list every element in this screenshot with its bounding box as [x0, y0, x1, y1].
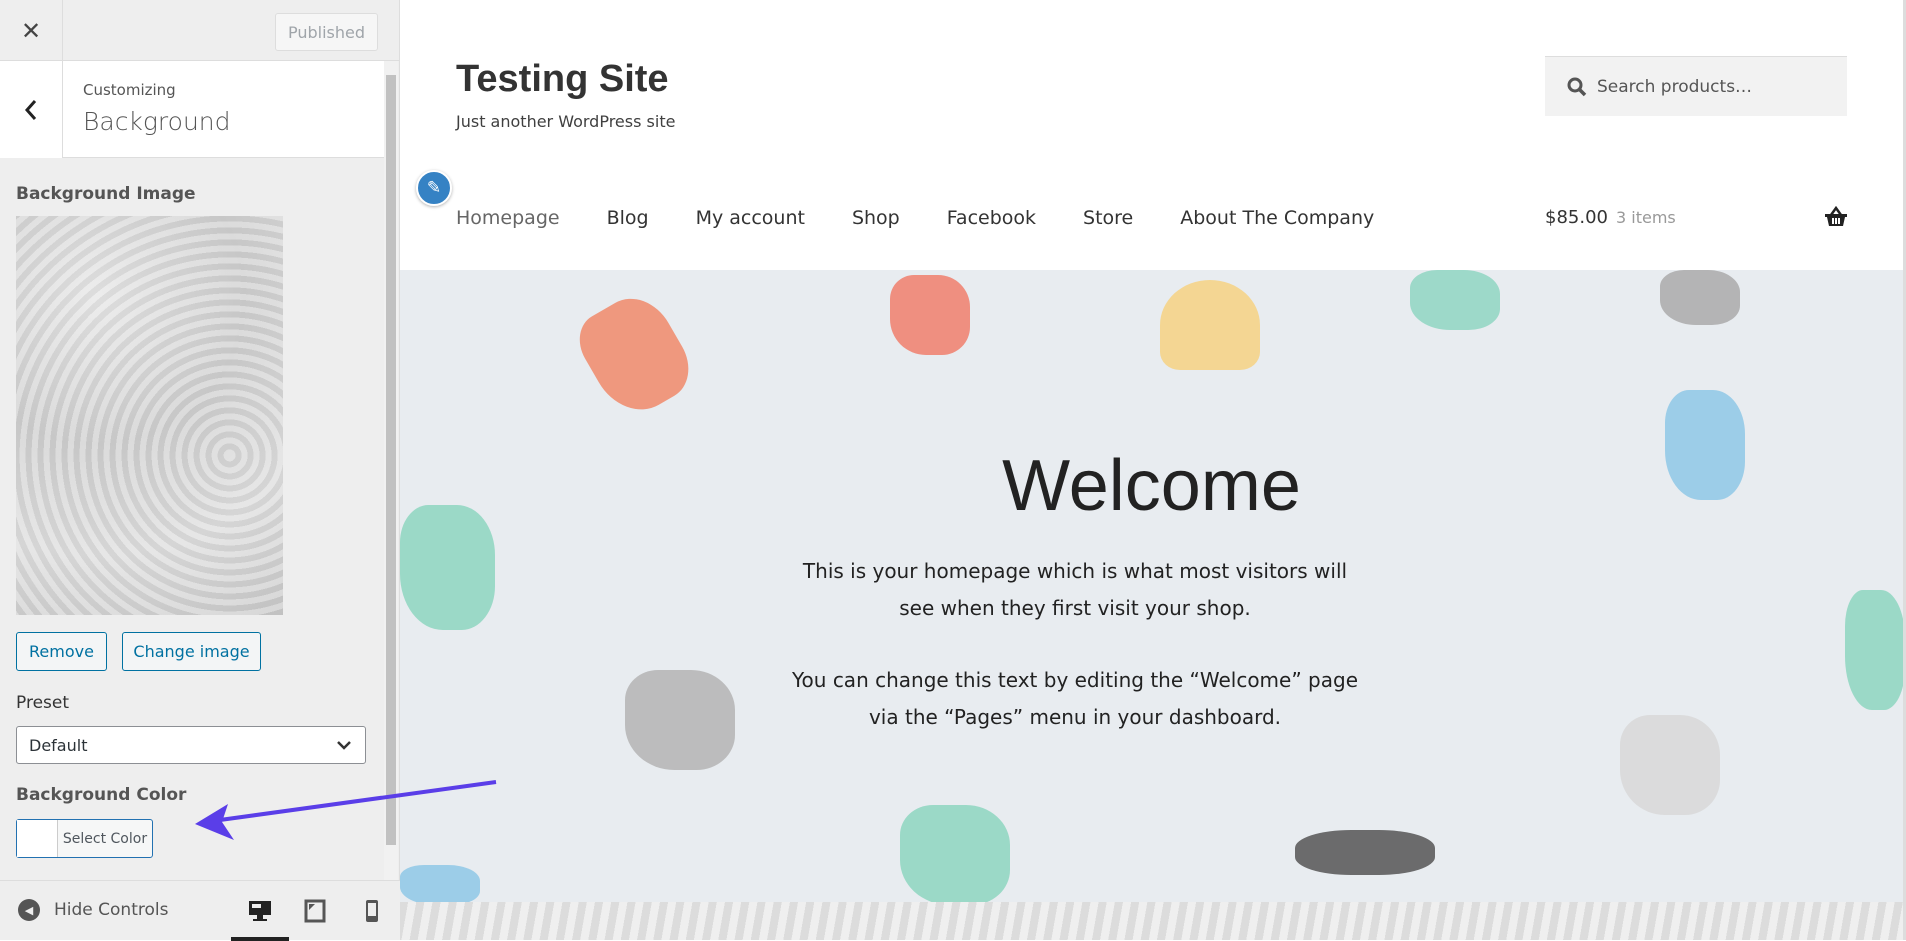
clothing-illustration: [1410, 270, 1500, 330]
device-tablet-button[interactable]: [300, 897, 330, 925]
search-input[interactable]: Search products…: [1545, 56, 1847, 116]
tablet-icon: [304, 899, 326, 923]
section-title: Background: [83, 107, 231, 136]
scrollbar-thumb[interactable]: [386, 75, 396, 845]
site-header: Testing Site Just another WordPress site…: [400, 0, 1903, 270]
published-button[interactable]: Published: [275, 13, 378, 51]
clothing-illustration: [400, 865, 480, 905]
close-icon: ✕: [20, 16, 42, 45]
clothing-illustration: [568, 284, 702, 426]
search-icon: [1567, 77, 1587, 96]
nav-item-about[interactable]: About The Company: [1180, 207, 1374, 229]
site-preview: Testing Site Just another WordPress site…: [400, 0, 1903, 940]
close-button[interactable]: ✕: [0, 0, 63, 61]
mobile-icon: [366, 900, 378, 922]
clothing-illustration: [1620, 715, 1720, 815]
basket-icon[interactable]: [1824, 206, 1848, 228]
section-header: Customizing Background: [0, 61, 384, 158]
hide-controls-label: Hide Controls: [54, 900, 169, 920]
welcome-paragraph-1: This is your homepage which is what most…: [802, 559, 1348, 620]
sidebar-scrollbar[interactable]: [384, 61, 398, 880]
cart-items: 3 items: [1615, 208, 1676, 227]
clothing-illustration: [890, 275, 970, 355]
collapse-icon: ◀: [18, 899, 40, 921]
back-button[interactable]: [0, 61, 63, 158]
pencil-icon: ✎: [426, 178, 442, 198]
nav-item-store[interactable]: Store: [1083, 207, 1133, 229]
preset-label: Preset: [16, 693, 70, 713]
nav-item-shop[interactable]: Shop: [852, 207, 900, 229]
customizer-sidebar: ✕ Published Customizing Background Backg…: [0, 0, 400, 941]
site-tagline: Just another WordPress site: [456, 112, 676, 131]
clothing-illustration: [625, 670, 735, 770]
nav-item-facebook[interactable]: Facebook: [947, 207, 1036, 229]
select-color-label: Select Color: [62, 830, 148, 847]
chevron-down-icon: [337, 741, 351, 750]
customizer-topbar: ✕ Published: [0, 0, 400, 61]
site-title[interactable]: Testing Site: [456, 58, 669, 101]
background-image-thumbnail[interactable]: [16, 216, 283, 615]
device-desktop-button[interactable]: [231, 897, 289, 941]
clothing-illustration: [1660, 270, 1740, 325]
background-texture: [400, 902, 1903, 940]
sunglasses-illustration: [1295, 830, 1435, 875]
desktop-icon: [249, 901, 271, 921]
nav-item-my-account[interactable]: My account: [696, 207, 805, 229]
preset-select[interactable]: Default: [16, 726, 366, 764]
cart-total: $85.00: [1545, 207, 1608, 228]
cart-link[interactable]: $85.00 3 items: [1545, 207, 1676, 228]
color-swatch: [17, 820, 58, 857]
hide-controls-button[interactable]: ◀ Hide Controls: [18, 899, 168, 921]
background-color-label: Background Color: [16, 785, 187, 805]
change-image-button[interactable]: Change image: [122, 632, 261, 671]
chevron-left-icon: [24, 99, 37, 120]
welcome-paragraph-2: You can change this text by editing the …: [791, 668, 1359, 729]
customizing-label: Customizing: [83, 81, 176, 99]
remove-button[interactable]: Remove: [16, 632, 107, 671]
customizer-footer: ◀ Hide Controls: [0, 880, 400, 941]
primary-nav: Homepage Blog My account Shop Facebook S…: [456, 207, 1421, 229]
select-color-button[interactable]: Select Color: [16, 819, 153, 858]
edit-shortcut-button[interactable]: ✎: [416, 170, 452, 206]
preset-value: Default: [29, 735, 88, 755]
nav-item-homepage[interactable]: Homepage: [456, 207, 560, 229]
background-image-label: Background Image: [16, 184, 196, 204]
clothing-illustration: [1160, 280, 1260, 370]
clothing-illustration: [900, 805, 1010, 905]
search-placeholder: Search products…: [1597, 76, 1753, 97]
clothing-illustration: [1845, 590, 1903, 710]
welcome-title: Welcome: [1002, 446, 1301, 526]
nav-item-blog[interactable]: Blog: [607, 207, 649, 229]
device-mobile-button[interactable]: [357, 897, 387, 925]
